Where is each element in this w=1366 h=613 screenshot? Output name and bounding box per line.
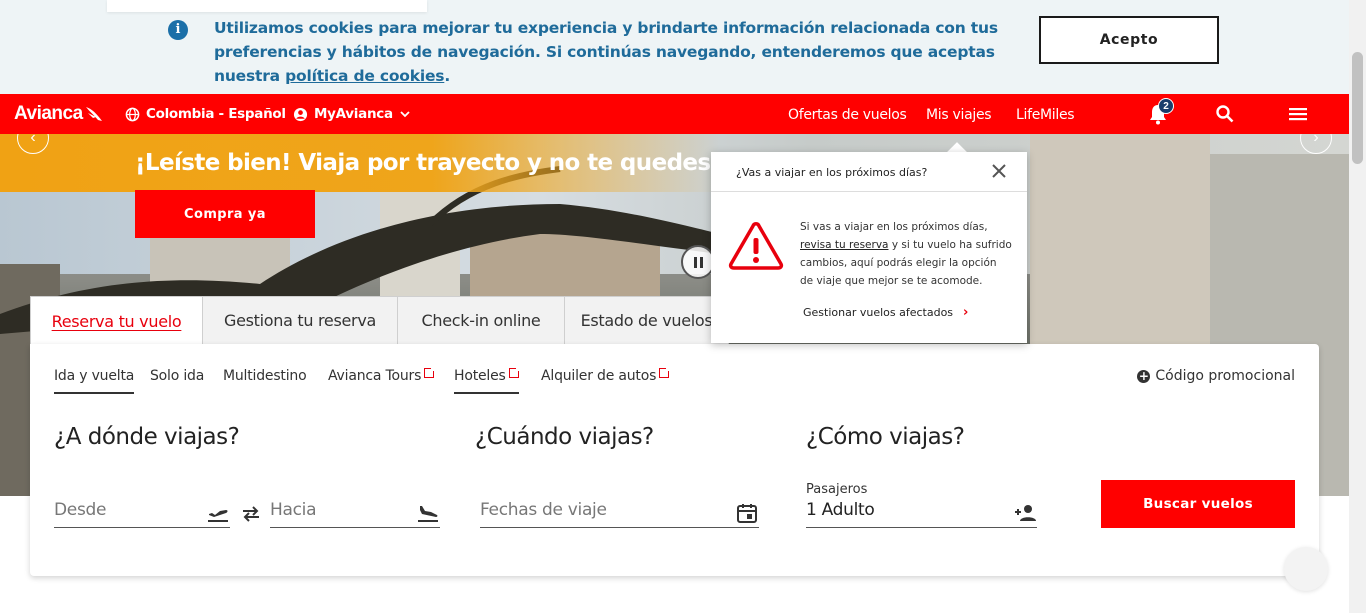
promo-code-label: Código promocional	[1155, 368, 1295, 384]
subtab-car-rental[interactable]: Alquiler de autos	[541, 366, 672, 384]
takeoff-icon	[208, 510, 228, 522]
myavianca-label: MyAvianca	[314, 106, 393, 122]
cookie-banner: i Utilizamos cookies para mejorar tu exp…	[0, 0, 1349, 94]
destination-placeholder: Hacia	[270, 500, 317, 520]
external-link-icon	[424, 366, 437, 378]
calendar-icon	[737, 504, 757, 523]
subtab-one-way-label: Solo ida	[150, 368, 205, 384]
subtab-round-trip[interactable]: Ida y vuelta	[54, 368, 134, 394]
tab-check-in-label: Check-in online	[421, 311, 541, 330]
hamburger-menu-icon[interactable]	[1286, 102, 1310, 126]
chevron-down-icon	[400, 111, 410, 118]
tab-book-flight-label: Reserva tu vuelo	[51, 311, 182, 331]
subtab-one-way[interactable]: Solo ida	[150, 368, 204, 384]
passengers-field[interactable]: 1 Adulto	[806, 500, 1037, 528]
where-title: ¿A dónde viajas?	[54, 424, 240, 450]
page-scrollbar[interactable]	[1349, 0, 1366, 613]
carousel-pause-button[interactable]	[681, 245, 715, 279]
main-navbar: Avianca Colombia - Español MyAvianca Ofe…	[0, 94, 1349, 134]
manage-affected-flights-link[interactable]: Gestionar vuelos afectados ›	[803, 305, 968, 320]
info-icon: i	[168, 20, 188, 40]
dates-field[interactable]: Fechas de viaje	[480, 500, 759, 528]
cookie-banner-tab	[107, 0, 427, 12]
notification-badge: 2	[1158, 98, 1174, 114]
nav-link-lifemiles[interactable]: LifeMiles	[1016, 107, 1075, 123]
when-title: ¿Cuándo viajas?	[475, 424, 654, 450]
subtab-hotels-label: Hoteles	[454, 368, 506, 384]
plus-circle-icon: +	[1137, 368, 1151, 383]
avianca-logo[interactable]: Avianca	[14, 103, 83, 125]
chevron-right-icon: ›	[963, 305, 969, 320]
external-link-icon	[508, 366, 521, 378]
passengers-value: 1 Adulto	[806, 500, 875, 520]
locale-label: Colombia - Español	[146, 106, 286, 122]
popover-header: ¿Vas a viajar en los próximos días?	[711, 152, 1027, 192]
subtab-multi-city[interactable]: Multidestino	[223, 368, 307, 384]
locale-selector[interactable]: Colombia - Español	[125, 106, 286, 122]
subtab-round-trip-label: Ida y vuelta	[54, 368, 135, 384]
popover-body: Si vas a viajar en los próximos días, re…	[800, 218, 1012, 290]
tab-flight-status-label: Estado de vuelos	[580, 311, 713, 330]
subtab-car-rental-label: Alquiler de autos	[541, 368, 657, 384]
subtab-hotels[interactable]: Hoteles	[454, 366, 521, 394]
origin-placeholder: Desde	[54, 500, 107, 520]
passengers-label: Pasajeros	[806, 482, 868, 497]
booking-card: Ida y vuelta Solo ida Multidestino Avian…	[30, 344, 1319, 576]
nav-link-my-trips[interactable]: Mis viajes	[926, 107, 992, 123]
cookie-policy-link[interactable]: política de cookies	[285, 67, 444, 85]
chat-widget-button[interactable]	[1284, 547, 1328, 591]
add-person-icon	[1015, 505, 1036, 521]
tab-book-flight[interactable]: Reserva tu vuelo	[30, 296, 203, 345]
swap-icon[interactable]	[240, 504, 262, 524]
user-icon	[293, 107, 308, 121]
cookie-text-end: .	[444, 67, 451, 85]
travel-alert-popover: ¿Vas a viajar en los próximos días? Si v…	[711, 152, 1027, 343]
tab-flight-status[interactable]: Estado de vuelos	[564, 296, 729, 345]
accept-cookies-button[interactable]: Acepto	[1039, 16, 1219, 64]
subtab-multi-city-label: Multidestino	[223, 368, 307, 384]
destination-field[interactable]: Hacia	[270, 500, 440, 528]
nav-link-offers[interactable]: Ofertas de vuelos	[788, 107, 907, 123]
bird-logo-icon	[86, 107, 102, 121]
check-booking-link[interactable]: revisa tu reserva	[800, 239, 888, 251]
tab-check-in[interactable]: Check-in online	[397, 296, 565, 345]
cookie-text: Utilizamos cookies para mejorar tu exper…	[214, 16, 1014, 88]
landing-icon	[418, 506, 438, 522]
globe-icon	[125, 107, 140, 121]
tab-manage-booking-label: Gestiona tu reserva	[223, 311, 377, 330]
promo-code-link[interactable]: + Código promocional	[1137, 368, 1295, 384]
scrollbar-thumb[interactable]	[1352, 52, 1363, 164]
subtab-avianca-tours[interactable]: Avianca Tours	[328, 366, 437, 384]
how-title: ¿Cómo viajas?	[806, 424, 965, 450]
popover-body-text: Si vas a viajar en los próximos días,	[800, 221, 988, 233]
tab-manage-booking[interactable]: Gestiona tu reserva	[202, 296, 398, 345]
dates-placeholder: Fechas de viaje	[480, 500, 607, 520]
warning-icon	[728, 222, 784, 270]
close-icon[interactable]	[990, 162, 1008, 180]
buy-now-button[interactable]: Compra ya	[135, 190, 315, 238]
external-link-icon	[659, 366, 672, 378]
manage-affected-flights-label: Gestionar vuelos afectados	[803, 306, 954, 319]
search-flights-button[interactable]: Buscar vuelos	[1101, 480, 1295, 528]
search-icon[interactable]	[1213, 102, 1237, 126]
popover-title: ¿Vas a viajar en los próximos días?	[736, 166, 928, 179]
origin-field[interactable]: Desde	[54, 500, 230, 528]
myavianca-menu[interactable]: MyAvianca	[293, 106, 411, 122]
hero-headline: ¡Leíste bien! Viaja por trayecto y no te…	[135, 150, 713, 176]
subtab-avianca-tours-label: Avianca Tours	[328, 368, 422, 384]
